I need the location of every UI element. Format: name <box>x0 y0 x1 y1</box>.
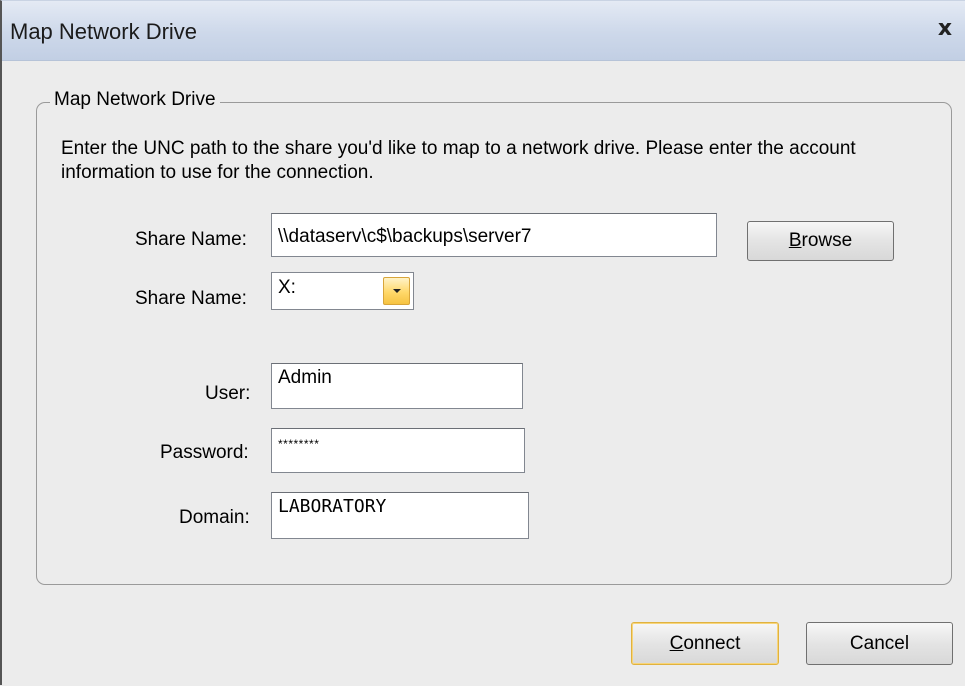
domain-input[interactable]: LABORATORY <box>271 492 529 539</box>
connect-button[interactable]: Connect <box>631 622 779 665</box>
password-input[interactable]: ******** <box>271 428 525 473</box>
map-network-drive-dialog: Map Network Drive x Map Network Drive En… <box>0 0 965 685</box>
connect-mnemonic: C <box>669 633 684 654</box>
cancel-button[interactable]: Cancel <box>806 622 953 665</box>
user-label: User: <box>205 383 251 404</box>
user-input[interactable]: Admin <box>271 363 523 409</box>
drive-letter-select[interactable]: X: <box>271 272 414 310</box>
close-icon[interactable]: x <box>931 15 959 43</box>
share-name-input[interactable]: \\dataserv\c$\backups\server7 <box>271 213 717 257</box>
connect-label: onnect <box>683 633 741 654</box>
browse-button[interactable]: Browse <box>747 221 894 261</box>
title-bar[interactable]: Map Network Drive x <box>2 1 965 61</box>
window-title: Map Network Drive <box>10 19 198 44</box>
domain-label: Domain: <box>179 507 250 528</box>
drive-letter-label: Share Name: <box>135 288 247 309</box>
password-label: Password: <box>160 442 249 463</box>
chevron-down-icon[interactable] <box>383 277 410 305</box>
group-legend: Map Network Drive <box>50 89 220 111</box>
browse-mnemonic: B <box>788 230 802 251</box>
instructions-text: Enter the UNC path to the share you'd li… <box>61 138 856 183</box>
share-name-label: Share Name: <box>135 229 247 250</box>
browse-label: rowse <box>801 230 853 251</box>
drive-letter-value: X: <box>278 277 296 298</box>
